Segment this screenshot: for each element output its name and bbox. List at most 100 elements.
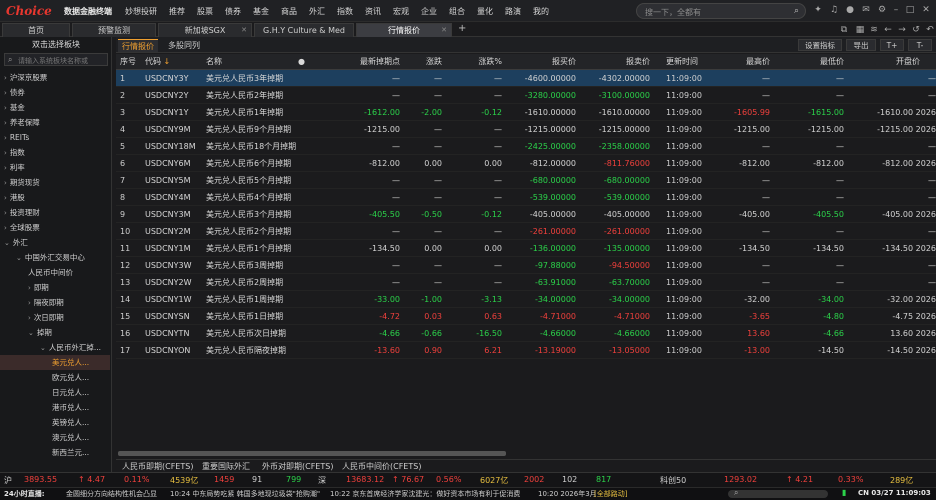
horizontal-scrollbar[interactable] xyxy=(118,451,506,456)
col-header-bid[interactable]: 报买价 xyxy=(502,54,576,70)
index-value[interactable]: 2002 xyxy=(524,475,544,484)
grid-icon[interactable]: ▦ xyxy=(854,24,866,36)
chevron-down-icon[interactable]: ⌄ xyxy=(40,344,46,352)
table-row[interactable]: 8 USDCNY4M 美元兑人民币4个月掉期 — — — -539.00000 -539.00… xyxy=(116,189,936,206)
table-row[interactable]: 6 USDCNY6M 美元兑人民币6个月掉期 -812.00 0.00 0.00 -812.… xyxy=(116,155,936,172)
sidebar-item[interactable]: ⌄ 掉期 xyxy=(0,325,110,340)
table-row[interactable]: 1 USDCNY3Y 美元兑人民币3年掉期 — — — -4600.00000 -4302.0… xyxy=(116,70,936,87)
chevron-right-icon[interactable]: › xyxy=(4,164,7,172)
col-header-high[interactable]: 最高价 xyxy=(716,54,770,70)
chevron-down-icon[interactable]: ⌄ xyxy=(28,329,34,337)
news-item[interactable]: 10:20 2026年3月 xyxy=(538,489,597,499)
export-button[interactable]: 导出 xyxy=(846,39,876,51)
menu-item-quant[interactable]: 量化 xyxy=(477,6,493,17)
index-value[interactable]: 1459 xyxy=(214,475,234,484)
headphones-icon[interactable]: ♫ xyxy=(828,4,840,16)
index-value[interactable]: ↑ 4.21 xyxy=(786,475,813,484)
sidebar-item[interactable]: › 利率 xyxy=(0,160,110,175)
sidebar-item[interactable]: › 指数 xyxy=(0,145,110,160)
sidebar-item[interactable]: 港币兑人... xyxy=(0,400,110,415)
sidebar-search[interactable]: ⌕ 请输入系统板块名称或 xyxy=(4,53,108,66)
news-item[interactable]: 金圆细分方向结构性机会凸显 xyxy=(66,489,157,499)
menu-item-recommend[interactable]: 推荐 xyxy=(169,6,185,17)
chevron-right-icon[interactable]: › xyxy=(4,134,7,142)
search-input[interactable]: 搜一下，全都有 xyxy=(645,7,701,18)
news-item[interactable]: 10:24 中东局势吃紧 韩国多地现垃圾袋"抢购潮" xyxy=(170,489,320,499)
chevron-down-icon[interactable]: ⌄ xyxy=(4,239,10,247)
menu-item-stocks[interactable]: 股票 xyxy=(197,6,213,17)
col-header-change-pct[interactable]: 涨跌% xyxy=(442,54,502,70)
sidebar-item[interactable]: 日元兑人... xyxy=(0,385,110,400)
tab-intl-fx[interactable]: 重要国际外汇 xyxy=(202,461,250,472)
sidebar-item[interactable]: 新西兰元... xyxy=(0,445,110,460)
index-value[interactable]: 799 xyxy=(286,475,301,484)
maximize-icon[interactable]: □ xyxy=(904,4,916,16)
close-tab-icon[interactable]: ✕ xyxy=(441,24,447,37)
index-value[interactable]: 科创50 xyxy=(660,475,686,486)
menu-item-index[interactable]: 指数 xyxy=(337,6,353,17)
tab-quotes[interactable]: 行情报价 ✕ xyxy=(356,23,452,37)
sidebar-item[interactable]: › 债券 xyxy=(0,85,110,100)
col-header-low[interactable]: 最低价 xyxy=(770,54,844,70)
chevron-right-icon[interactable]: › xyxy=(4,89,7,97)
minimize-icon[interactable]: – xyxy=(890,4,902,16)
chevron-right-icon[interactable]: › xyxy=(4,209,7,217)
sidebar-item[interactable]: 人民币中间价 xyxy=(0,265,110,280)
font-decrease-button[interactable]: T- xyxy=(908,39,932,51)
index-value[interactable]: 沪 xyxy=(4,475,12,486)
chevron-right-icon[interactable]: › xyxy=(4,74,7,82)
font-increase-button[interactable]: T+ xyxy=(880,39,904,51)
col-header-last-swap[interactable]: 最新掉期点 xyxy=(306,54,400,70)
message-icon[interactable]: ✉ xyxy=(860,4,872,16)
tab-quotes-view[interactable]: 行情报价 xyxy=(118,39,158,52)
chevron-down-icon[interactable]: ⌄ xyxy=(16,254,22,262)
tab-rmb-spot[interactable]: 人民币即期(CFETS) xyxy=(122,461,193,472)
tab-ghy[interactable]: G.H.Y Culture & Med xyxy=(254,23,354,37)
col-header-update-time[interactable]: 更新时间 xyxy=(666,54,716,70)
index-value[interactable]: 817 xyxy=(596,475,611,484)
sidebar-search-input[interactable]: 请输入系统板块名称或 xyxy=(18,56,88,66)
sidebar-item[interactable]: › 隔夜即期 xyxy=(0,295,110,310)
table-row[interactable]: 11 USDCNY1M 美元兑人民币1个月掉期 -134.50 0.00 0.00 -136… xyxy=(116,240,936,257)
index-value[interactable]: 6027亿 xyxy=(480,475,508,486)
table-row[interactable]: 3 USDCNY1Y 美元兑人民币1年掉期 -1612.00 -2.00 -0.12 -16… xyxy=(116,104,936,121)
table-row[interactable]: 14 USDCNY1W 美元兑人民币1周掉期 -33.00 -1.00 -3.13 -34.… xyxy=(116,291,936,308)
table-row[interactable]: 17 USDCNYON 美元兑人民币隔夜掉期 -13.60 0.90 6.21 -13.19… xyxy=(116,342,936,359)
col-header-open[interactable]: 开盘价 xyxy=(844,54,936,70)
sidebar-item[interactable]: › 次日即期 xyxy=(0,310,110,325)
index-value[interactable]: 4539亿 xyxy=(170,475,198,486)
col-header-name[interactable]: 名称 xyxy=(206,54,296,70)
close-icon[interactable]: ✕ xyxy=(920,4,932,16)
index-value[interactable]: 0.56% xyxy=(436,475,461,484)
table-row[interactable]: 9 USDCNY3M 美元兑人民币3个月掉期 -405.50 -0.50 -0.12 -40… xyxy=(116,206,936,223)
menu-item-roadshow[interactable]: 路演 xyxy=(505,6,521,17)
col-header-code[interactable]: 代码 ↓ xyxy=(145,54,205,70)
index-value[interactable]: 91 xyxy=(252,475,262,484)
refresh-icon[interactable]: ↺ xyxy=(910,24,922,36)
sidebar-item[interactable]: › 即期 xyxy=(0,280,110,295)
table-row[interactable]: 13 USDCNY2W 美元兑人民币2周掉期 — — — -63.91000 -63.7000… xyxy=(116,274,936,291)
index-value[interactable]: 13683.12 xyxy=(346,475,384,484)
menu-item-funds[interactable]: 基金 xyxy=(253,6,269,17)
chevron-right-icon[interactable]: › xyxy=(4,194,7,202)
table-row[interactable]: 7 USDCNY5M 美元兑人民币5个月掉期 — — — -680.00000 -680.00… xyxy=(116,172,936,189)
tab-fx-pair-spot[interactable]: 外币对即期(CFETS) xyxy=(262,461,333,472)
index-value[interactable]: ↑ 76.67 xyxy=(392,475,424,484)
col-header-ask[interactable]: 报卖价 xyxy=(576,54,650,70)
sidebar-item[interactable]: ⌄ 外汇 xyxy=(0,235,110,250)
sidebar-item[interactable]: › 养老保障 xyxy=(0,115,110,130)
menu-item-commodities[interactable]: 商品 xyxy=(281,6,297,17)
tab-alert[interactable]: 预警监测 xyxy=(72,23,156,37)
chevron-right-icon[interactable]: › xyxy=(4,119,7,127)
col-header-no[interactable]: 序号 xyxy=(120,54,144,70)
menu-item-forex[interactable]: 外汇 xyxy=(309,6,325,17)
close-tab-icon[interactable]: ✕ xyxy=(241,24,247,37)
chevron-right-icon[interactable]: › xyxy=(4,149,7,157)
chevron-right-icon[interactable]: › xyxy=(28,284,31,292)
settings-icon[interactable]: ⚙ xyxy=(876,4,888,16)
add-tab-icon[interactable]: + xyxy=(458,23,466,34)
forward-icon[interactable]: → xyxy=(896,24,908,36)
menu-item-macro[interactable]: 宏观 xyxy=(393,6,409,17)
news-item[interactable]: 10:22 京东首席经济学家沈建光：做好资本市场有利于促消费 xyxy=(330,489,520,499)
menu-item-bonds[interactable]: 债券 xyxy=(225,6,241,17)
